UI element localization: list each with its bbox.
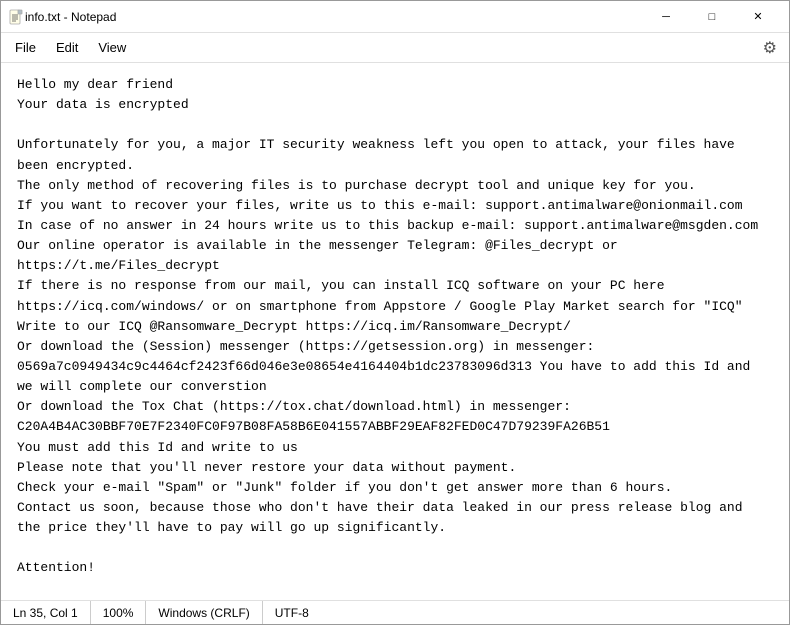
window-title: info.txt - Notepad xyxy=(25,10,643,24)
title-bar: info.txt - Notepad ─ □ ✕ xyxy=(1,1,789,33)
line-ending: Windows (CRLF) xyxy=(146,601,262,624)
document-content: Hello my dear friend Your data is encryp… xyxy=(17,75,773,600)
edit-menu[interactable]: Edit xyxy=(46,36,88,59)
settings-icon[interactable]: ⚙ xyxy=(755,34,785,62)
encoding: UTF-8 xyxy=(263,601,321,624)
cursor-position: Ln 35, Col 1 xyxy=(9,601,91,624)
text-editor[interactable]: Hello my dear friend Your data is encryp… xyxy=(1,63,789,600)
notepad-window: info.txt - Notepad ─ □ ✕ File Edit View … xyxy=(0,0,790,625)
close-button[interactable]: ✕ xyxy=(735,1,781,33)
app-icon xyxy=(9,9,25,25)
file-menu[interactable]: File xyxy=(5,36,46,59)
view-menu[interactable]: View xyxy=(88,36,136,59)
zoom-level: 100% xyxy=(91,601,147,624)
window-controls: ─ □ ✕ xyxy=(643,1,781,33)
minimize-button[interactable]: ─ xyxy=(643,1,689,33)
menu-bar: File Edit View ⚙ xyxy=(1,33,789,63)
status-bar: Ln 35, Col 1 100% Windows (CRLF) UTF-8 xyxy=(1,600,789,624)
maximize-button[interactable]: □ xyxy=(689,1,735,33)
